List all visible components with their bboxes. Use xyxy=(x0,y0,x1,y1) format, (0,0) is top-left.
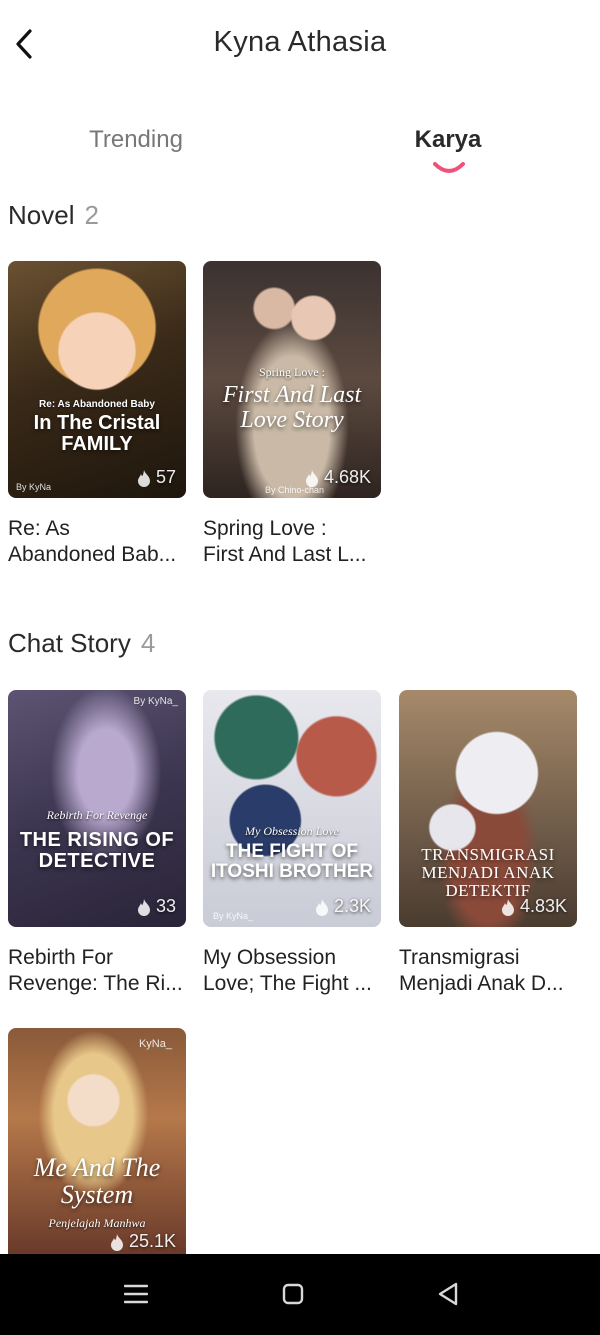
top-app-bar: Kyna Athasia xyxy=(0,0,600,88)
page-title: Kyna Athasia xyxy=(213,26,387,58)
chat-story-card[interactable]: My Obsession Love THE FIGHT OF ITOSHI BR… xyxy=(203,690,381,997)
system-navigation-bar xyxy=(0,1254,600,1335)
read-count: 57 xyxy=(136,467,176,488)
flame-icon xyxy=(137,898,150,916)
book-cover[interactable]: TRANSMIGRASI MENJADI ANAK DETEKTIF 4.83K xyxy=(399,690,577,927)
section-title: Chat Story xyxy=(8,628,131,658)
read-count: 4.83K xyxy=(500,896,567,917)
home-button[interactable] xyxy=(273,1278,313,1310)
card-title[interactable]: Transmigrasi Menjadi Anak D... xyxy=(399,945,579,997)
card-title[interactable]: Spring Love : First And Last L... xyxy=(203,516,383,568)
book-cover[interactable]: Spring Love : First And Last Love Story … xyxy=(203,261,381,498)
section-title: Novel xyxy=(8,200,75,230)
card-title[interactable]: My Obsession Love; The Fight ... xyxy=(203,945,383,997)
flame-icon xyxy=(305,469,318,487)
book-cover[interactable]: My Obsession Love THE FIGHT OF ITOSHI BR… xyxy=(203,690,381,927)
flame-icon xyxy=(137,469,150,487)
tab-karya[interactable]: Karya xyxy=(372,126,524,154)
section-count: 4 xyxy=(140,628,156,658)
section-header-chat-story: Chat Story 4 xyxy=(8,628,155,659)
chat-story-card[interactable]: By KyNa_ Rebirth For Revenge THE RISING … xyxy=(8,690,186,997)
flame-icon xyxy=(501,898,514,916)
novel-card[interactable]: Re: As Abandoned Baby In The Cristal FAM… xyxy=(8,261,186,568)
card-title[interactable]: Rebirth For Revenge: The Ri... xyxy=(8,945,188,997)
read-count: 2.3K xyxy=(314,896,371,917)
system-back-button[interactable] xyxy=(428,1278,468,1310)
flame-icon xyxy=(315,898,328,916)
novel-card[interactable]: Spring Love : First And Last Love Story … xyxy=(203,261,381,568)
book-cover[interactable]: By KyNa_ Rebirth For Revenge THE RISING … xyxy=(8,690,186,927)
back-triangle-icon xyxy=(438,1282,458,1306)
section-count: 2 xyxy=(84,200,99,230)
tab-trending[interactable]: Trending xyxy=(60,126,212,154)
read-count: 25.1K xyxy=(109,1231,176,1252)
flame-icon xyxy=(110,1233,123,1251)
section-header-novel: Novel 2 xyxy=(8,200,99,231)
tab-bar: Trending Karya xyxy=(0,118,600,188)
chat-story-card[interactable]: KyNa_ Me And The System Penjelajah Manhw… xyxy=(8,1028,186,1254)
read-count: 33 xyxy=(136,896,176,917)
card-title[interactable]: Re: As Abandoned Bab... xyxy=(8,516,188,568)
book-cover[interactable]: Re: As Abandoned Baby In The Cristal FAM… xyxy=(8,261,186,498)
read-count: 4.68K xyxy=(304,467,371,488)
menu-icon xyxy=(124,1284,148,1304)
active-tab-indicator xyxy=(433,162,465,173)
chat-story-card[interactable]: TRANSMIGRASI MENJADI ANAK DETEKTIF 4.83K… xyxy=(399,690,577,997)
book-cover[interactable]: KyNa_ Me And The System Penjelajah Manhw… xyxy=(8,1028,186,1254)
recent-apps-button[interactable] xyxy=(116,1278,156,1310)
home-square-icon xyxy=(282,1283,304,1305)
